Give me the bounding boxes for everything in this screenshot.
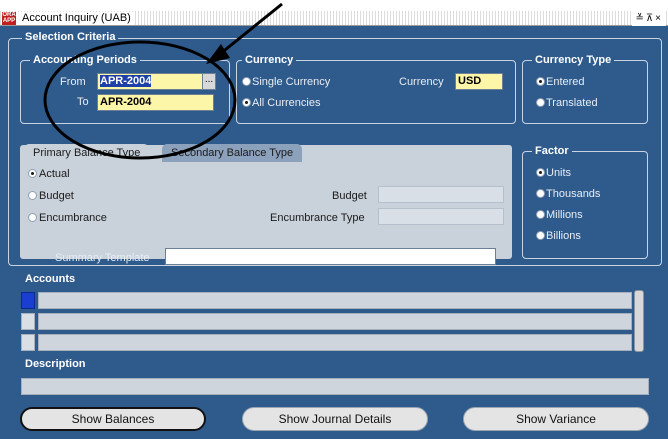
encumbrance-radio[interactable]: [28, 213, 37, 222]
title-bar: ORA APP Account Inquiry (UAB) ≚⊼×: [0, 11, 668, 26]
selection-criteria-legend: Selection Criteria: [22, 31, 119, 44]
single-currency-radio[interactable]: [242, 77, 251, 86]
accounts-row-selector[interactable]: [21, 334, 35, 351]
summary-template-field[interactable]: [165, 248, 496, 265]
currency-type-panel: [522, 60, 648, 124]
encumbrance-label: Encumbrance: [39, 212, 107, 224]
budget-radio[interactable]: [28, 191, 37, 200]
thousands-label: Thousands: [546, 188, 601, 200]
units-label: Units: [546, 167, 572, 179]
to-period-field[interactable]: APR-2004: [97, 94, 214, 111]
translated-label: Translated: [546, 97, 598, 109]
accounting-periods-panel: [20, 60, 230, 124]
show-variance-button[interactable]: Show Variance: [463, 407, 649, 431]
single-currency-label: Single Currency: [252, 76, 331, 88]
currency-field[interactable]: USD: [455, 73, 503, 90]
show-journal-details-button[interactable]: Show Journal Details: [242, 407, 428, 431]
description-field: [21, 378, 649, 395]
accounts-scrollbar[interactable]: [634, 290, 644, 352]
to-label: To: [77, 96, 89, 108]
billions-radio[interactable]: [536, 231, 545, 240]
millions-radio[interactable]: [536, 210, 545, 219]
description-legend: Description: [22, 358, 89, 371]
account-row[interactable]: [38, 292, 632, 309]
from-label: From: [60, 76, 86, 88]
entered-label: Entered: [546, 76, 585, 88]
budget-field-label: Budget: [332, 190, 367, 202]
factor-legend: Factor: [532, 145, 572, 158]
oracle-logo-icon: ORA APP: [2, 12, 16, 25]
millions-label: Millions: [546, 209, 583, 221]
tab-secondary-balance-type[interactable]: Secondary Balance Type: [162, 144, 303, 162]
accounts-row-selector[interactable]: [21, 292, 35, 309]
accounts-legend: Accounts: [22, 273, 79, 286]
actual-label: Actual: [39, 168, 70, 180]
units-radio[interactable]: [536, 168, 545, 177]
actual-radio[interactable]: [28, 169, 37, 178]
from-period-value: APR-2004: [100, 75, 152, 87]
list-of-values-button[interactable]: ...: [202, 73, 216, 90]
encumbrance-type-label: Encumbrance Type: [270, 212, 365, 224]
thousands-radio[interactable]: [536, 189, 545, 198]
translated-radio[interactable]: [536, 98, 545, 107]
show-balances-button[interactable]: Show Balances: [20, 407, 206, 431]
currency-panel: [236, 60, 516, 124]
accounts-row-selector[interactable]: [21, 313, 35, 330]
window-controls-icon[interactable]: ≚⊼×: [632, 11, 666, 26]
summary-template-label: Summary Template: [55, 252, 150, 264]
budget-field: [378, 186, 504, 203]
billions-label: Billions: [546, 230, 581, 242]
accounting-periods-legend: Accounting Periods: [30, 54, 140, 67]
all-currencies-radio[interactable]: [242, 98, 251, 107]
account-row[interactable]: [38, 334, 632, 351]
encumbrance-type-field: [378, 208, 504, 225]
from-period-field[interactable]: APR-2004: [97, 73, 204, 90]
account-row[interactable]: [38, 313, 632, 330]
entered-radio[interactable]: [536, 77, 545, 86]
currency-type-legend: Currency Type: [532, 54, 615, 67]
oracle-form-window: ORA APP Account Inquiry (UAB) ≚⊼× Selecti…: [0, 11, 668, 439]
currency-legend: Currency: [242, 54, 297, 67]
budget-label: Budget: [39, 190, 74, 202]
form-content: Selection Criteria Accounting Periods Fr…: [6, 30, 664, 410]
currency-label: Currency: [399, 76, 444, 88]
window-title: Account Inquiry (UAB): [18, 12, 135, 25]
tab-primary-balance-type[interactable]: Primary Balance Type: [24, 144, 150, 162]
all-currencies-label: All Currencies: [252, 97, 321, 109]
